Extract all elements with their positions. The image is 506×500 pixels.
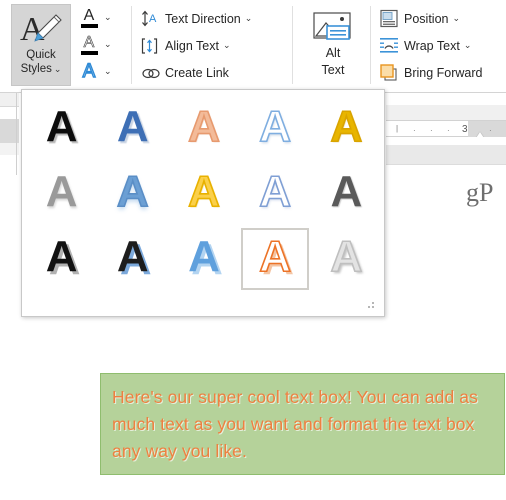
- bring-forward-icon: [378, 63, 400, 83]
- wordart-sample-glyph: A: [45, 166, 78, 216]
- textbox-line: Here's our super cool text box! You can …: [112, 387, 478, 407]
- text-direction-button[interactable]: A Text Direction ⌄: [140, 5, 290, 32]
- textbox-line: any way you like.: [112, 441, 247, 461]
- wordart-style-option[interactable]: A: [311, 94, 382, 159]
- wordart-sample-glyph: A: [45, 232, 78, 282]
- text-fill-icon: A: [76, 5, 102, 30]
- wordart-sample-glyph: A: [259, 232, 292, 282]
- wordart-sample-glyph: A: [116, 166, 149, 216]
- chevron-down-icon[interactable]: ⌄: [54, 64, 62, 74]
- text-outline-icon: A: [76, 32, 102, 57]
- bring-forward-button[interactable]: Bring Forward: [378, 59, 506, 86]
- textbox-line: much text as you want and format the tex…: [112, 414, 475, 434]
- create-link-label: Create Link: [165, 65, 229, 80]
- wordart-sample-glyph: A: [330, 101, 363, 151]
- wordart-style-option[interactable]: A: [311, 159, 382, 224]
- wrap-text-icon: [378, 36, 400, 56]
- wordart-sample-glyph: A: [188, 232, 220, 282]
- align-text-button[interactable]: Align Text ⌄: [140, 32, 290, 59]
- ruler-band-bottom: [386, 137, 506, 145]
- wrap-text-label: Wrap Text: [404, 38, 460, 53]
- text-fill-button[interactable]: A ⌄: [76, 4, 121, 31]
- wordart-style-option[interactable]: A: [26, 225, 97, 290]
- quick-styles-label-text: Styles: [20, 63, 52, 75]
- wordart-style-option[interactable]: A: [168, 225, 239, 290]
- create-link-button[interactable]: Create Link: [140, 59, 290, 86]
- wordart-style-option[interactable]: A: [97, 225, 168, 290]
- group-divider: [370, 6, 371, 84]
- rail-divider: [16, 93, 17, 175]
- group-divider: [131, 6, 132, 84]
- wordart-style-option[interactable]: A: [240, 94, 311, 159]
- wordart-sample-glyph: A: [187, 166, 220, 216]
- wordart-sample-glyph: A: [259, 166, 292, 216]
- quick-styles-button[interactable]: A Quick Styles ⌄: [11, 4, 71, 86]
- watermark-text: gP: [466, 178, 494, 207]
- ruler-tick: ·: [489, 126, 492, 135]
- ruler-number: 3: [462, 124, 468, 135]
- create-link-icon: [140, 63, 162, 83]
- arrange-group: Position ⌄ Wrap Text ⌄ Bring Forward: [378, 5, 506, 86]
- wordart-a-brush-icon: A: [18, 9, 64, 48]
- wordart-sample-glyph: A: [330, 232, 363, 282]
- chevron-down-icon[interactable]: ⌄: [452, 13, 460, 24]
- app-root: A Quick Styles ⌄ A ⌄ A ⌄ A ⌄ A Text Dire…: [0, 0, 506, 500]
- wordart-sample-glyph: A: [116, 232, 149, 282]
- text-group: A Text Direction ⌄ Align Text ⌄ Create L…: [140, 5, 290, 86]
- alt-text-button[interactable]: Alt Text: [302, 5, 364, 87]
- text-direction-label: Text Direction: [165, 11, 241, 26]
- align-text-icon: [140, 36, 162, 56]
- wordart-style-option[interactable]: A: [26, 94, 97, 159]
- text-effects-button[interactable]: A ⌄: [76, 58, 121, 85]
- position-label: Position: [404, 11, 449, 26]
- alt-text-picture-icon: [311, 9, 355, 45]
- wordart-style-option[interactable]: A: [240, 225, 311, 290]
- alt-text-label-line1: Alt: [325, 46, 341, 60]
- page-header-strip: [386, 145, 506, 165]
- text-outline-button[interactable]: A ⌄: [76, 31, 121, 58]
- wrap-text-button[interactable]: Wrap Text ⌄: [378, 32, 506, 59]
- wordart-sample-glyph: A: [330, 166, 363, 216]
- wordart-quick-styles-gallery[interactable]: AAAAAAAAAAAAAAA: [21, 89, 385, 317]
- gallery-grid: AAAAAAAAAAAAAAA: [26, 94, 382, 290]
- ruler-tick: ·: [430, 126, 433, 135]
- align-text-label: Align Text: [165, 38, 219, 53]
- ruler-band-top: [386, 105, 506, 120]
- chevron-down-icon[interactable]: ⌄: [245, 13, 253, 24]
- bring-forward-label: Bring Forward: [404, 65, 483, 80]
- wordart-sample-glyph: A: [45, 101, 78, 151]
- chevron-down-icon[interactable]: ⌄: [464, 40, 472, 51]
- quick-styles-label-line2: Styles ⌄: [21, 62, 62, 76]
- chevron-down-icon[interactable]: ⌄: [104, 12, 112, 23]
- ruler-tick: |: [396, 124, 399, 133]
- quick-styles-label-line1: Quick: [26, 49, 56, 61]
- group-divider: [292, 6, 293, 84]
- wordart-style-option[interactable]: A: [26, 159, 97, 224]
- chevron-down-icon[interactable]: ⌄: [223, 40, 231, 51]
- alt-text-label-line2: Text: [321, 63, 345, 77]
- position-button[interactable]: Position ⌄: [378, 5, 506, 32]
- ruler-tick: ·: [413, 126, 416, 135]
- text-direction-icon: A: [140, 9, 162, 29]
- text-fill-outline-effects-group: A ⌄ A ⌄ A ⌄: [76, 4, 121, 85]
- wordart-style-option[interactable]: A: [168, 94, 239, 159]
- chevron-down-icon[interactable]: ⌄: [104, 66, 112, 77]
- resize-grip-icon[interactable]: [368, 300, 378, 310]
- wordart-style-option[interactable]: A: [311, 225, 382, 290]
- chevron-down-icon[interactable]: ⌄: [104, 39, 112, 50]
- ruler-tick: ·: [447, 126, 450, 135]
- svg-text:A: A: [149, 13, 157, 25]
- ribbon-format-tab: A Quick Styles ⌄ A ⌄ A ⌄ A ⌄ A Text Dire…: [0, 0, 506, 93]
- text-effects-icon: A: [82, 60, 96, 82]
- horizontal-ruler[interactable]: | · · · 3 ·: [386, 120, 506, 138]
- wordart-style-option[interactable]: A: [97, 94, 168, 159]
- position-icon: [378, 9, 400, 29]
- wordart-style-option[interactable]: A: [168, 159, 239, 224]
- wordart-style-option[interactable]: A: [97, 159, 168, 224]
- wordart-sample-glyph: A: [116, 101, 149, 151]
- wordart-style-option[interactable]: A: [240, 159, 311, 224]
- wordart-sample-glyph: A: [187, 101, 220, 151]
- wordart-sample-glyph: A: [259, 101, 292, 151]
- green-text-box[interactable]: Here's our super cool text box! You can …: [100, 373, 505, 475]
